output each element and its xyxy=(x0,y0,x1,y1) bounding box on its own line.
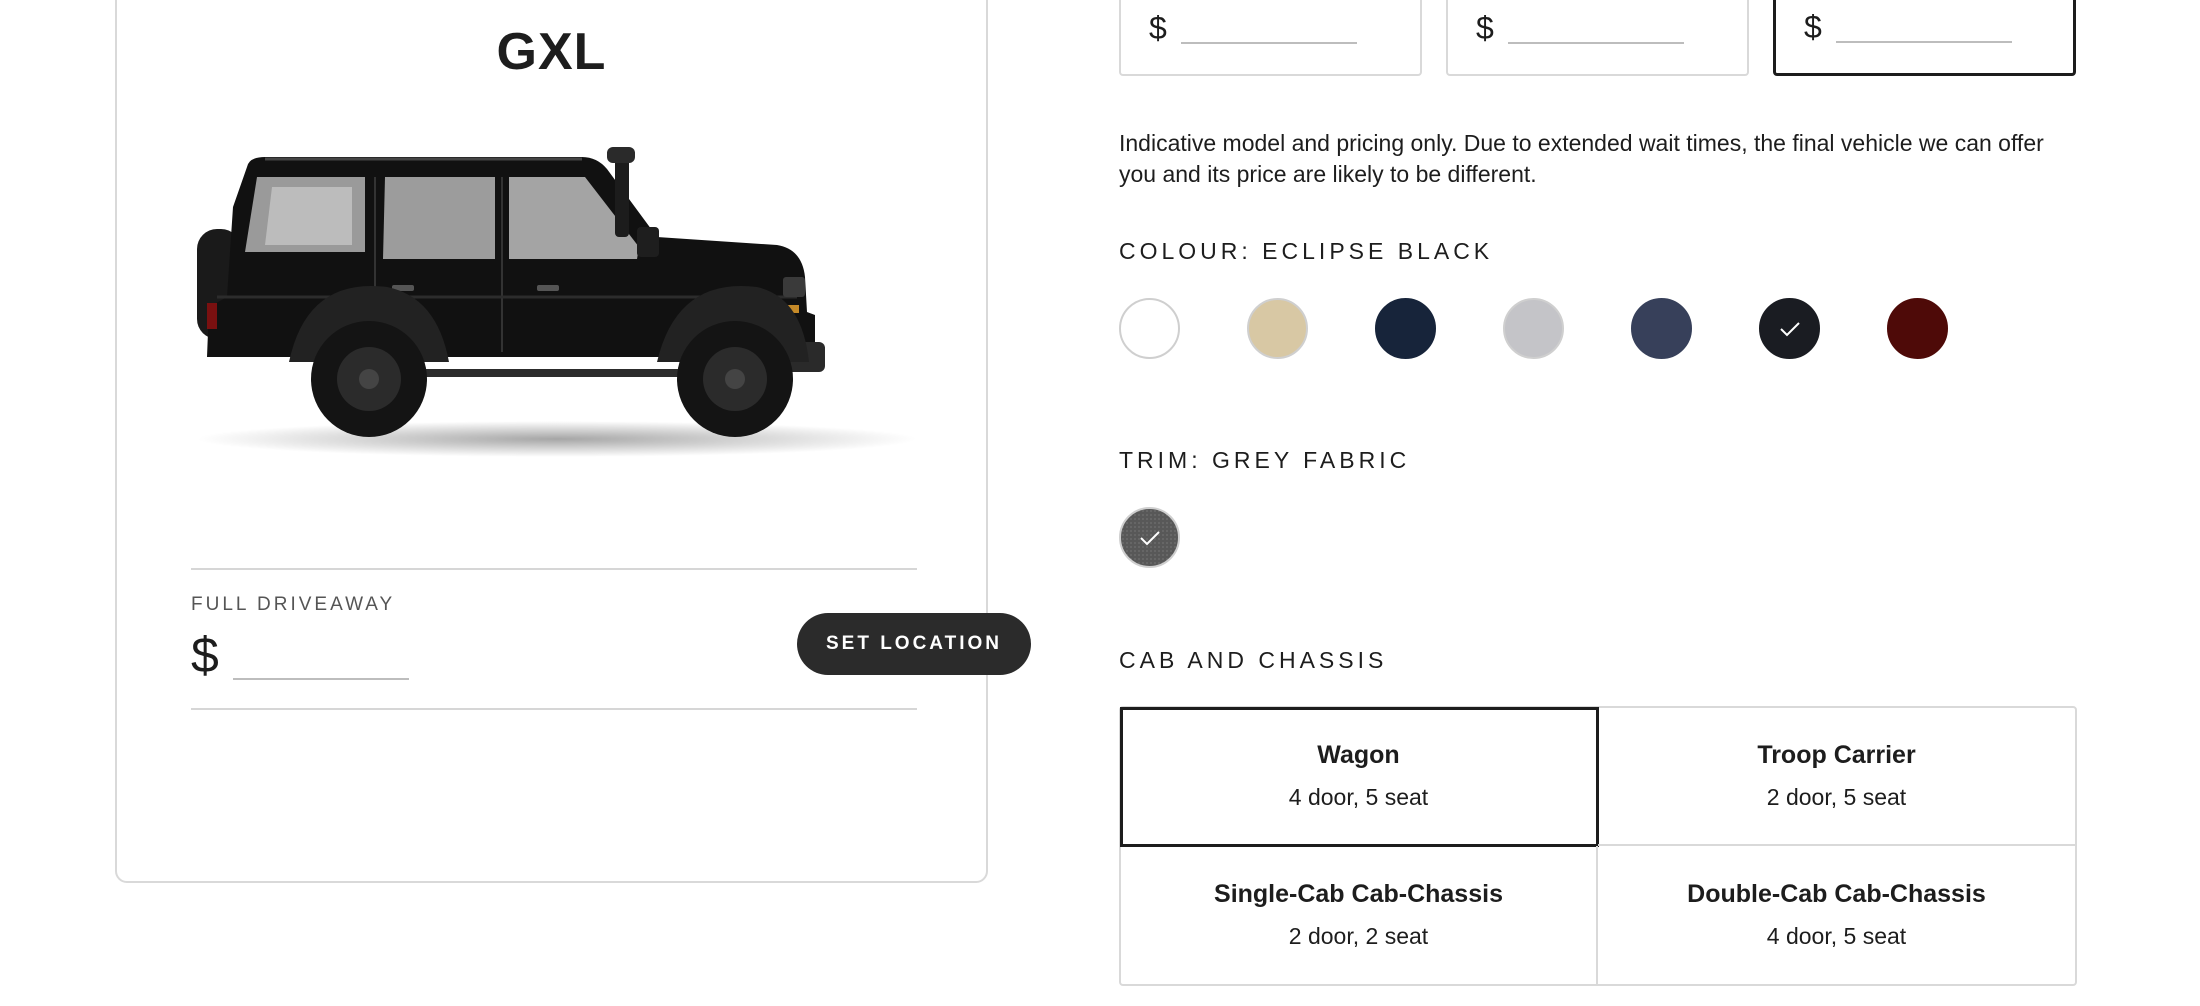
check-icon xyxy=(1779,321,1800,336)
chassis-option-detail: 4 door, 5 seat xyxy=(1766,923,1907,949)
chassis-option-title: Wagon xyxy=(1317,741,1400,769)
currency-symbol: $ xyxy=(191,627,219,683)
currency-symbol: $ xyxy=(1476,10,1494,46)
chassis-option-title: Troop Carrier xyxy=(1757,741,1916,769)
chassis-option-title: Single-Cab Cab-Chassis xyxy=(1214,880,1503,908)
trim-label: TRIM: GREY FABRIC xyxy=(1119,447,1411,473)
chassis-option-troop-carrier[interactable]: Troop Carrier 2 door, 5 seat xyxy=(1598,708,2075,846)
pricing-disclaimer: Indicative model and pricing only. Due t… xyxy=(1119,130,2044,187)
chassis-option-double-cab[interactable]: Double-Cab Cab-Chassis 4 door, 5 seat xyxy=(1598,846,2075,984)
price-option-1-input[interactable] xyxy=(1180,12,1357,44)
colour-swatch-sandstone[interactable] xyxy=(1247,298,1308,359)
driveaway-price-input[interactable] xyxy=(232,640,409,680)
model-name: GXL xyxy=(496,23,607,81)
colour-swatch-white[interactable] xyxy=(1119,298,1180,359)
colour-swatch-graphite-blue[interactable] xyxy=(1631,298,1692,359)
driveaway-label: FULL DRIVEAWAY xyxy=(191,594,396,615)
price-option-3[interactable]: $ xyxy=(1773,0,2076,76)
colour-swatch-merlot-red[interactable] xyxy=(1887,298,1948,359)
chassis-option-detail: 4 door, 5 seat xyxy=(1288,784,1429,810)
price-option-3-input[interactable] xyxy=(1835,11,2012,43)
colour-swatch-silver[interactable] xyxy=(1503,298,1564,359)
currency-symbol: $ xyxy=(1149,10,1167,46)
chassis-option-detail: 2 door, 2 seat xyxy=(1288,923,1429,949)
colour-swatch-eclipse-black[interactable] xyxy=(1759,298,1820,359)
model-card: GXL FULL DRIVEAWAY $ SET LOCATION xyxy=(115,0,1031,883)
cab-chassis-label: CAB AND CHASSIS xyxy=(1119,647,1388,673)
driveaway-price: $ xyxy=(191,630,409,680)
price-option-2[interactable]: $ xyxy=(1446,0,1749,76)
chassis-option-title: Double-Cab Cab-Chassis xyxy=(1687,880,1986,908)
chassis-option-wagon[interactable]: Wagon 4 door, 5 seat xyxy=(1120,707,1599,847)
divider xyxy=(191,568,917,570)
chassis-option-single-cab[interactable]: Single-Cab Cab-Chassis 2 door, 2 seat xyxy=(1121,846,1598,984)
chassis-option-detail: 2 door, 5 seat xyxy=(1766,784,1907,810)
set-location-button[interactable]: SET LOCATION xyxy=(797,613,1031,675)
vehicle-image xyxy=(197,147,917,457)
colour-swatch-dark-blue[interactable] xyxy=(1375,298,1436,359)
cab-chassis-options: Wagon 4 door, 5 seat Troop Carrier 2 doo… xyxy=(1119,706,2077,986)
check-icon xyxy=(1139,530,1160,545)
currency-symbol: $ xyxy=(1804,9,1822,45)
colour-swatches xyxy=(1119,298,1948,359)
price-option-2-input[interactable] xyxy=(1507,12,1684,44)
trim-swatch-grey-fabric[interactable] xyxy=(1119,507,1180,568)
divider xyxy=(191,708,917,710)
colour-label: COLOUR: ECLIPSE BLACK xyxy=(1119,238,1494,264)
price-option-1[interactable]: $ xyxy=(1119,0,1422,76)
